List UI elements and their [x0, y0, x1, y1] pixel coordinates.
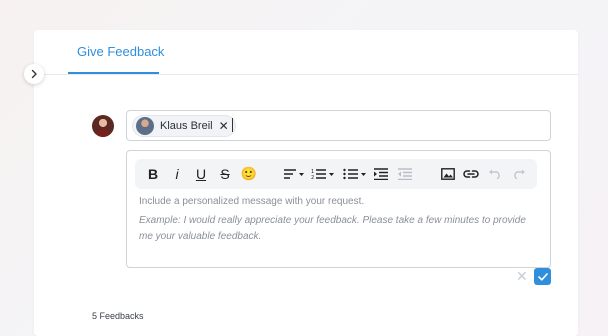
chevron-right-icon: [31, 69, 37, 79]
active-tab-indicator: [68, 72, 159, 74]
remove-recipient-icon[interactable]: ✕: [219, 120, 229, 132]
underline-button[interactable]: U: [191, 159, 211, 189]
emoji-button[interactable]: 🙂: [239, 159, 259, 189]
bullet-list-icon: [343, 168, 366, 180]
recipient-field[interactable]: Klaus Breil ✕: [126, 110, 551, 141]
ordered-list-dropdown-button[interactable]: 1 2: [309, 159, 337, 189]
redo-button[interactable]: [509, 159, 529, 189]
check-icon: [537, 272, 548, 281]
cancel-icon[interactable]: ✕: [516, 268, 528, 285]
current-user-avatar: [92, 115, 114, 137]
message-placeholder: Include a personalized message with your…: [139, 196, 365, 207]
undo-icon: [489, 169, 500, 179]
insert-image-button[interactable]: [438, 159, 458, 189]
redo-icon: [514, 169, 525, 179]
tab-bar: Give Feedback: [34, 30, 578, 75]
link-icon: [463, 170, 479, 178]
indent-button[interactable]: [371, 159, 391, 189]
align-dropdown-button[interactable]: [281, 159, 307, 189]
ordered-list-icon: 1 2: [311, 169, 334, 180]
bullet-list-dropdown-button[interactable]: [341, 159, 369, 189]
align-left-icon: [284, 169, 304, 179]
message-editor[interactable]: B i U S 🙂 1 2 Include a personalized mes…: [126, 150, 551, 268]
feedback-count: 5 Feedbacks: [92, 311, 144, 321]
recipient-avatar: [136, 117, 154, 135]
outdent-icon: [398, 168, 412, 180]
text-cursor: [232, 118, 233, 132]
svg-text:2: 2: [311, 175, 314, 180]
italic-button[interactable]: i: [167, 159, 187, 189]
strikethrough-button[interactable]: S: [215, 159, 235, 189]
undo-button[interactable]: [485, 159, 505, 189]
bold-button[interactable]: B: [143, 159, 163, 189]
formatting-toolbar: B i U S 🙂 1 2: [135, 159, 537, 189]
message-example: Example: I would really appreciate your …: [139, 215, 526, 242]
recipient-chip: Klaus Breil ✕: [132, 115, 236, 137]
image-icon: [441, 168, 455, 180]
outdent-button[interactable]: [395, 159, 415, 189]
tab-give-feedback[interactable]: Give Feedback: [77, 44, 164, 59]
insert-link-button[interactable]: [461, 159, 481, 189]
recipient-name: Klaus Breil: [160, 120, 213, 132]
expand-sidebar-button[interactable]: [24, 64, 44, 84]
indent-icon: [374, 168, 388, 180]
confirm-button[interactable]: [534, 268, 551, 285]
